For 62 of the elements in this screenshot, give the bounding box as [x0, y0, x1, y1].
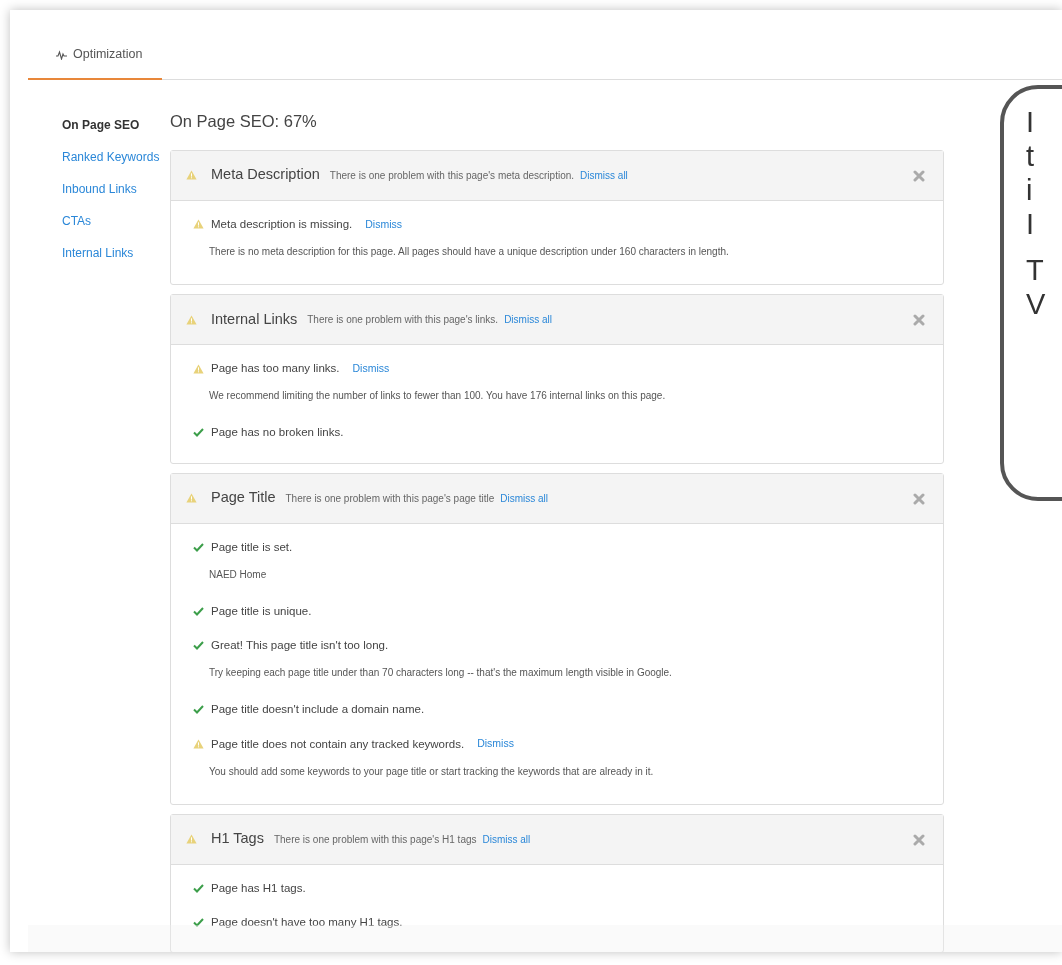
check-text: Page title is unique.	[211, 603, 312, 619]
check-icon	[193, 641, 204, 651]
section-title: Page Title	[211, 488, 276, 508]
section-title: Internal Links	[211, 309, 298, 329]
check-text: Page title doesn't include a domain name.	[211, 702, 425, 718]
close-icon[interactable]	[913, 170, 925, 182]
pulse-icon	[56, 49, 67, 60]
sidebar-item[interactable]: CTAs	[62, 212, 170, 230]
check-text: Meta description is missing.	[211, 216, 353, 232]
check-text: Page has no broken links.	[211, 425, 344, 441]
warning-icon	[186, 170, 197, 181]
tab[interactable]: Optimization	[28, 45, 163, 80]
sidebar-item[interactable]: Internal Links	[62, 244, 170, 262]
dismiss-all-link[interactable]: Dismiss all	[482, 831, 531, 847]
check-text: Page title is set.	[211, 539, 293, 555]
section-title: Meta Description	[211, 165, 320, 185]
dismiss-link[interactable]: Dismiss	[365, 216, 402, 233]
dismiss-all-link[interactable]: Dismiss all	[500, 490, 548, 506]
warning-icon	[193, 363, 204, 374]
dismiss-link[interactable]: Dismiss	[477, 736, 514, 752]
check-icon	[193, 918, 204, 928]
callout-text: t	[1026, 139, 1036, 173]
check-detail: Try keeping each page title under than 70 characters long -- that's the maximum length visible in Google.	[209, 666, 673, 681]
callout-text: i	[1026, 173, 1034, 207]
check-detail: There is no meta description for this page. All pages should have a unique description under 160 characters in length.	[209, 245, 730, 259]
check-text: Page title does not contain any tracked keywords.	[211, 736, 465, 752]
close-icon[interactable]	[913, 834, 925, 846]
check-text: Page has H1 tags.	[211, 880, 306, 896]
warning-icon	[186, 493, 197, 503]
check-text: Page has too many links.	[211, 361, 340, 376]
dismiss-all-link[interactable]: Dismiss all	[504, 312, 552, 327]
check-detail: We recommend limiting the number of links to fewer than 100. You have 176 internal links on this page.	[209, 389, 667, 404]
check-icon	[193, 542, 204, 552]
close-icon[interactable]	[913, 314, 925, 327]
warning-icon	[186, 314, 197, 325]
check-icon	[193, 883, 204, 893]
callout-text: I	[1026, 207, 1036, 241]
dismiss-all-link[interactable]: Dismiss all	[580, 167, 628, 183]
check-icon	[193, 705, 204, 715]
check-text: Page doesn't have too many H1 tags.	[211, 915, 403, 930]
callout-text: T	[1026, 253, 1045, 287]
check-icon	[193, 606, 204, 616]
section-summary: There is one problem with this page's meta description.	[329, 168, 575, 183]
check-detail: You should add some keywords to your page title or start tracking the keywords that are already in it.	[209, 764, 655, 779]
callout-text: V	[1026, 287, 1047, 321]
check-text: Great! This page title isn't too long.	[211, 638, 389, 653]
sidebar-item[interactable]: Ranked Keywords	[62, 148, 170, 166]
section-title: H1 Tags	[211, 829, 264, 849]
section-summary: There is one problem with this page's H1 tags	[273, 832, 477, 847]
page-heading: On Page SEO: 67%	[170, 111, 318, 132]
section-summary: There is one problem with this page's links.	[307, 313, 499, 327]
callout-text: I	[1026, 105, 1036, 139]
sidebar-item[interactable]: On Page SEO	[62, 116, 170, 134]
section-summary: There is one problem with this page's page title	[285, 491, 495, 506]
warning-icon	[193, 739, 204, 750]
warning-icon	[186, 834, 197, 845]
check-icon	[193, 428, 204, 438]
warning-icon	[193, 219, 204, 230]
dismiss-link[interactable]: Dismiss	[352, 360, 390, 377]
sidebar-item[interactable]: Inbound Links	[62, 180, 170, 198]
close-icon[interactable]	[913, 492, 925, 505]
check-detail: NAED Home	[209, 567, 268, 582]
